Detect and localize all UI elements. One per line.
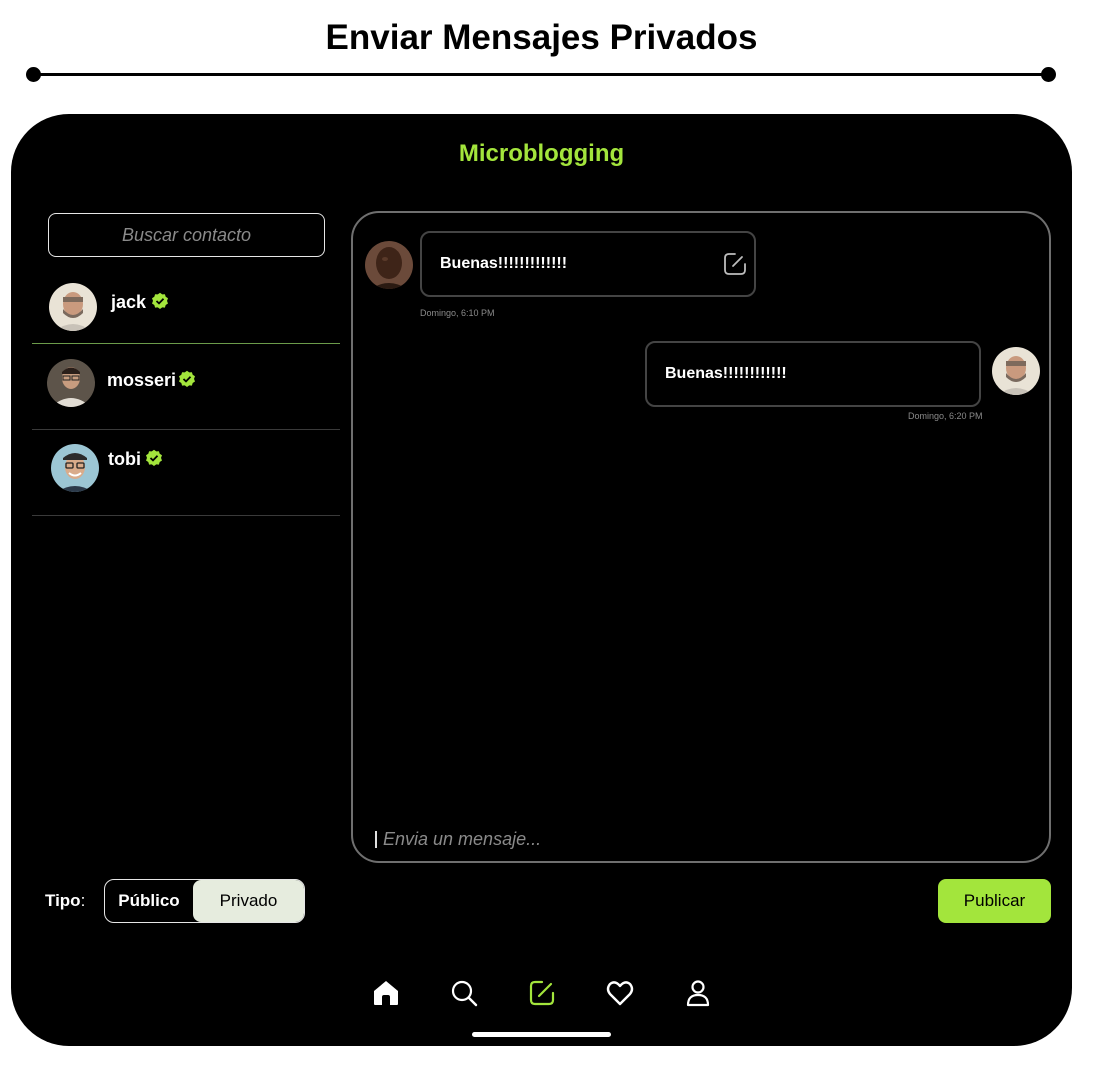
title-divider-dot-left [26, 67, 41, 82]
search-icon[interactable] [449, 978, 479, 1008]
outgoing-message-bubble: Buenas!!!!!!!!!!!! [645, 341, 981, 407]
contact-name: tobi [108, 449, 141, 469]
post-type-label-text: Tipo [45, 891, 81, 910]
title-divider-dot-right [1041, 67, 1056, 82]
message-timestamp: Domingo, 6:20 PM [908, 411, 983, 421]
avatar [47, 359, 95, 407]
incoming-message-bubble: Buenas!!!!!!!!!!!!! [420, 231, 756, 297]
post-type-option-privado[interactable]: Privado [193, 880, 304, 922]
contact-name: jack [111, 292, 147, 312]
message-text: Buenas!!!!!!!!!!!! [665, 365, 787, 382]
message-text: Buenas!!!!!!!!!!!!! [440, 255, 568, 272]
edit-message-icon[interactable] [722, 251, 748, 277]
home-icon[interactable] [371, 978, 401, 1008]
verified-badge-icon [152, 292, 168, 309]
home-indicator [472, 1032, 611, 1037]
title-divider [33, 73, 1049, 76]
chat-panel: Buenas!!!!!!!!!!!!! Domingo, 6:10 PM Bue… [351, 211, 1051, 863]
avatar [49, 283, 97, 331]
page-title: Enviar Mensajes Privados [325, 18, 758, 57]
message-input-placeholder: Envia un mensaje... [383, 829, 542, 849]
post-type-label-colon: : [80, 891, 86, 910]
avatar [51, 444, 99, 492]
post-type-toggle[interactable]: Público Privado [104, 879, 305, 923]
message-timestamp: Domingo, 6:10 PM [420, 308, 495, 318]
verified-badge-icon [179, 370, 195, 387]
post-type-label: Tipo: [45, 891, 85, 911]
contact-item-tobi[interactable]: tobi [32, 430, 340, 516]
contact-name: mosseri [107, 370, 177, 390]
contact-item-mosseri[interactable]: mosseri [32, 344, 340, 430]
search-placeholder: Buscar contacto [121, 224, 252, 245]
search-contact-input[interactable]: Buscar contacto [48, 213, 325, 257]
message-input[interactable]: Envia un mensaje... [375, 829, 541, 850]
post-type-option-publico[interactable]: Público [105, 880, 193, 922]
publish-button[interactable]: Publicar [938, 879, 1051, 923]
profile-icon[interactable] [683, 978, 713, 1008]
compose-icon[interactable] [527, 978, 557, 1008]
incoming-avatar [365, 241, 413, 289]
app-title: Microblogging [458, 140, 625, 167]
outgoing-avatar [992, 347, 1040, 395]
verified-badge-icon [146, 449, 162, 466]
contact-item-jack[interactable]: jack [32, 267, 340, 344]
text-caret [375, 831, 377, 848]
heart-icon[interactable] [605, 978, 635, 1008]
device-frame: Microblogging Buscar contacto jack mosse… [11, 114, 1072, 1046]
